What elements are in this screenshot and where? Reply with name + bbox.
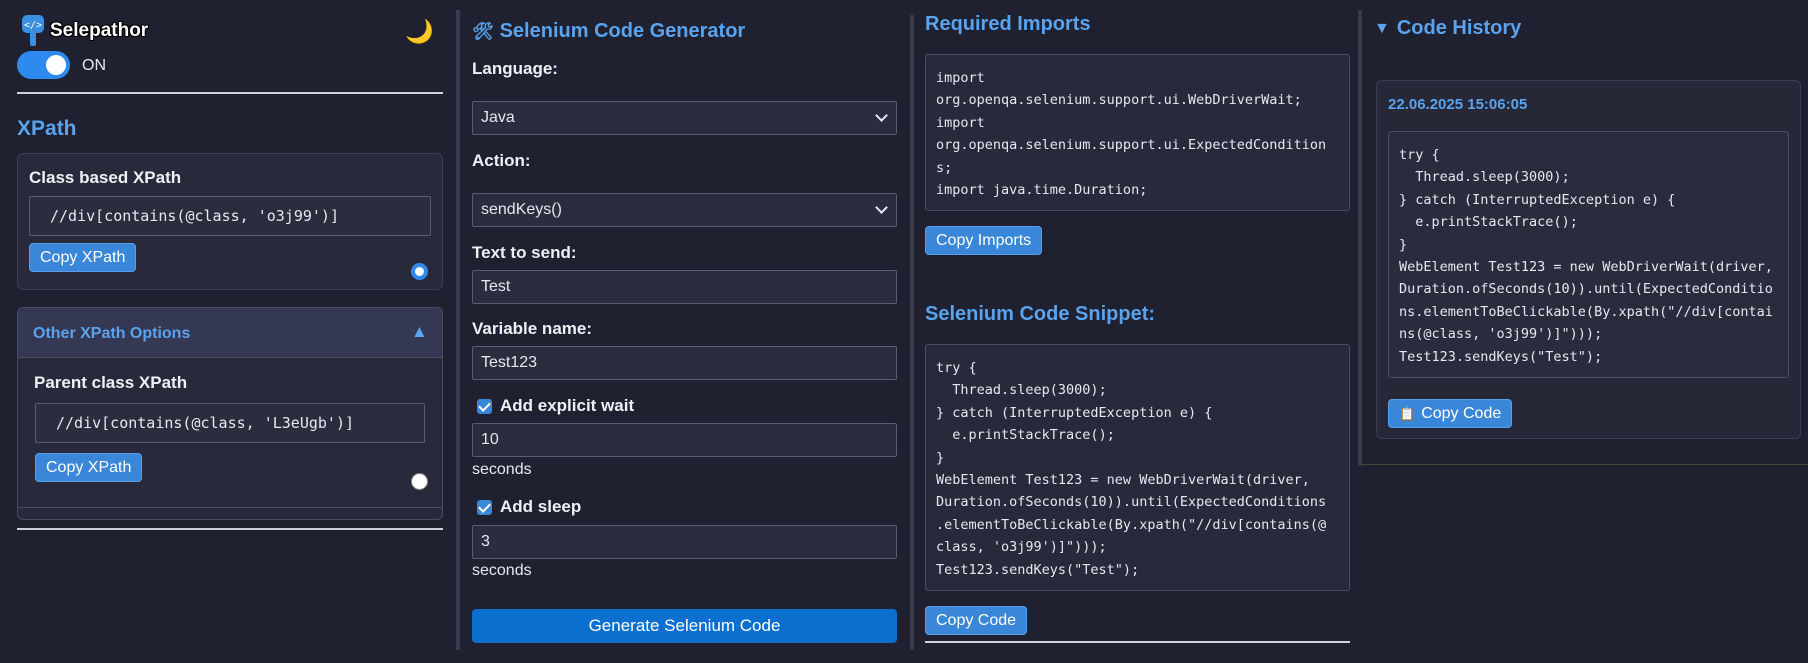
xpath-panel: </> Selepathor 🌙 ON XPath Class based XP…	[0, 0, 455, 663]
text-input-value: Test	[481, 278, 511, 295]
class-xpath-card: Class based XPath //div[contains(@class,…	[17, 153, 443, 290]
language-select[interactable]: Java	[472, 101, 897, 135]
generator-panel: 🛠 Selenium Code Generator Language: Java…	[460, 0, 910, 663]
history-title: Code History	[1396, 17, 1522, 39]
history-copy-code-button[interactable]: 📋 Copy Code	[1388, 399, 1513, 428]
divider	[17, 528, 443, 530]
explicit-wait-unit: seconds	[472, 461, 532, 478]
sleep-input[interactable]: 3	[472, 525, 897, 559]
parent-xpath-radio[interactable]	[411, 473, 428, 490]
explicit-wait-label: Add explicit wait	[500, 396, 635, 415]
imports-code: import org.openqa.selenium.support.ui.We…	[925, 54, 1350, 211]
chevron-down-icon	[875, 109, 888, 122]
code-wrench-icon: </>	[20, 14, 46, 48]
output-panel: Required Imports import org.openqa.selen…	[914, 0, 1354, 663]
sleep-label: Add sleep	[500, 497, 582, 516]
history-timestamp: 22.06.2025 15:06:05	[1388, 96, 1528, 113]
history-header[interactable]: ▼ Code History	[1374, 17, 1521, 40]
moon-icon[interactable]: 🌙	[405, 18, 434, 45]
xpath-heading: XPath	[17, 117, 77, 140]
collapse-icon[interactable]: ▲	[411, 322, 428, 342]
parent-xpath-value: //div[contains(@class, 'L3eUgb')]	[56, 414, 355, 432]
explicit-wait-checkbox[interactable]	[477, 398, 492, 414]
history-code: try { Thread.sleep(3000); } catch (Inter…	[1388, 131, 1789, 378]
explicit-wait-input[interactable]: 10	[472, 423, 897, 457]
sleep-unit: seconds	[472, 562, 532, 579]
divider	[925, 641, 1350, 643]
other-xpath-title: Other XPath Options	[33, 325, 191, 342]
expand-icon: ▼	[1374, 19, 1390, 37]
copy-class-xpath-button[interactable]: Copy XPath	[29, 243, 137, 272]
parent-xpath-field[interactable]: //div[contains(@class, 'L3eUgb')]	[35, 403, 425, 443]
parent-xpath-title: Parent class XPath	[34, 373, 188, 392]
snippet-title: Selenium Code Snippet:	[925, 303, 1156, 325]
copy-parent-xpath-button[interactable]: Copy XPath	[35, 453, 143, 482]
action-label: Action:	[472, 151, 531, 170]
history-entry: 22.06.2025 15:06:05 try { Thread.sleep(3…	[1376, 80, 1801, 439]
clipboard-icon: 📋	[1399, 405, 1416, 421]
toggle-knob	[46, 55, 66, 75]
variable-label: Variable name:	[472, 319, 593, 338]
parent-xpath-section: Parent class XPath //div[contains(@class…	[18, 358, 442, 508]
history-panel: ▼ Code History 22.06.2025 15:06:05 try {…	[1362, 0, 1808, 470]
power-toggle[interactable]	[17, 51, 70, 79]
copy-code-button[interactable]: Copy Code	[925, 606, 1028, 635]
imports-title: Required Imports	[925, 13, 1091, 35]
explicit-wait-row: Add explicit wait	[477, 396, 634, 416]
language-label: Language:	[472, 59, 558, 78]
divider	[17, 92, 443, 94]
class-xpath-field[interactable]: //div[contains(@class, 'o3j99')]	[29, 196, 431, 236]
chevron-down-icon	[875, 201, 888, 214]
history-copy-label: Copy Code	[1421, 404, 1502, 422]
sleep-value: 3	[481, 533, 490, 550]
text-label: Text to send:	[472, 243, 577, 262]
tools-icon: 🛠	[472, 21, 494, 41]
class-xpath-title: Class based XPath	[29, 168, 182, 187]
action-value: sendKeys()	[481, 201, 562, 218]
sleep-checkbox[interactable]	[477, 499, 492, 515]
brand: </> Selepathor	[20, 14, 148, 48]
other-xpath-card: Other XPath Options ▲ Parent class XPath…	[17, 307, 443, 520]
class-xpath-radio[interactable]	[411, 263, 428, 280]
class-xpath-value: //div[contains(@class, 'o3j99')]	[50, 207, 339, 225]
variable-input[interactable]: Test123	[472, 346, 897, 380]
brand-name: Selepathor	[50, 20, 149, 41]
action-select[interactable]: sendKeys()	[472, 193, 897, 227]
other-xpath-header[interactable]: Other XPath Options ▲	[18, 308, 442, 358]
explicit-wait-value: 10	[481, 431, 499, 448]
snippet-code: try { Thread.sleep(3000); } catch (Inter…	[925, 344, 1350, 591]
power-label: ON	[82, 57, 106, 74]
generator-title: 🛠 Selenium Code Generator	[472, 20, 745, 43]
variable-input-value: Test123	[481, 354, 538, 371]
language-value: Java	[481, 109, 515, 126]
text-input[interactable]: Test	[472, 270, 897, 304]
generate-code-button[interactable]: Generate Selenium Code	[472, 609, 897, 643]
copy-imports-button[interactable]: Copy Imports	[925, 226, 1043, 255]
svg-text:</>: </>	[24, 20, 42, 31]
generator-title-text: Selenium Code Generator	[499, 20, 746, 42]
sleep-row: Add sleep	[477, 497, 581, 517]
